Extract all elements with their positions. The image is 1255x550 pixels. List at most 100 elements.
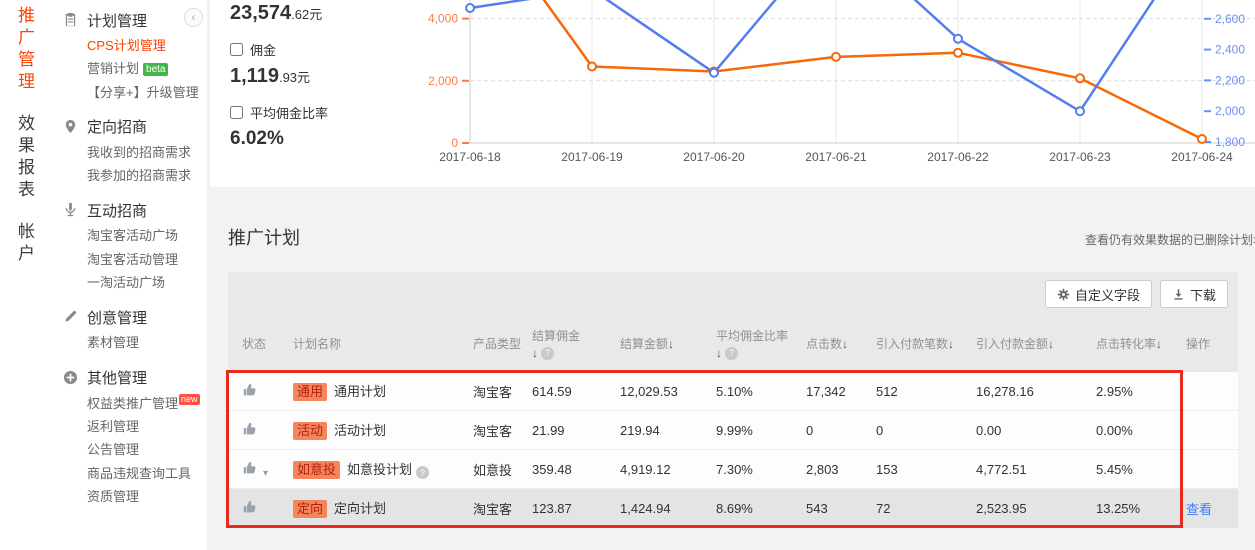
trend-chart-card: 23,574.62元 佣金 1,119.93元 平均佣金比率 6.02% 02,… bbox=[210, 0, 1255, 187]
sidebar-item-received-requests[interactable]: 我收到的招商需求 bbox=[55, 141, 207, 164]
sidebar-item-announcement-mgmt[interactable]: 公告管理 bbox=[55, 438, 207, 461]
commission-checkbox-row: 佣金 bbox=[230, 40, 415, 59]
avg-rate-checkbox-row: 平均佣金比率 bbox=[230, 103, 415, 122]
sidebar-item-violation-query-tool[interactable]: 商品违规查询工具 bbox=[55, 462, 207, 485]
x-axis-label: 2017-06-18 bbox=[439, 150, 501, 164]
sort-icon[interactable]: ↓ bbox=[668, 337, 674, 351]
settled-commission-cell: 614.59 bbox=[532, 384, 620, 399]
menu-group-interactive-title[interactable]: 互动招商 bbox=[55, 196, 207, 224]
sort-icon[interactable]: ↓ bbox=[716, 346, 722, 360]
settled-commission-cell: 21.99 bbox=[532, 423, 620, 438]
header-clicks-label: 点击数 bbox=[806, 337, 842, 351]
sidebar-item-joined-requests[interactable]: 我参加的招商需求 bbox=[55, 164, 207, 187]
header-avg-commission-rate[interactable]: 平均佣金比率 ↓? bbox=[716, 327, 806, 360]
data-point-marker bbox=[1198, 135, 1206, 143]
sidebar-item-material-mgmt[interactable]: 素材管理 bbox=[55, 331, 207, 354]
clicks-cell: 0 bbox=[806, 423, 876, 438]
left-axis-tick-label: 2,000 bbox=[428, 74, 458, 88]
help-icon[interactable]: ? bbox=[416, 466, 429, 479]
metric-commission-value: 1,119.93元 bbox=[230, 65, 415, 88]
plan-name[interactable]: 通用计划 bbox=[334, 384, 386, 399]
sidebar-item-cps-plan[interactable]: CPS计划管理 bbox=[55, 34, 207, 57]
right-axis-tick-label: 2,000 bbox=[1215, 104, 1245, 118]
sidebar-collapse-button[interactable]: ‹ bbox=[184, 8, 203, 27]
trend-chart: 02,0004,0001,8002,0002,2002,4002,6002017… bbox=[410, 0, 1255, 187]
plans-table: 自定义字段 下载 状态 计划名称 产品类型 结算佣金 ↓? 结算金额↓ 平均佣金… bbox=[228, 272, 1238, 528]
help-icon[interactable]: ? bbox=[541, 347, 554, 360]
plan-name[interactable]: 如意投计划 bbox=[347, 462, 412, 477]
avg-rate-checkbox[interactable] bbox=[230, 106, 243, 119]
sidebar-item-rights-promotion[interactable]: 权益类推广管理new bbox=[55, 392, 207, 415]
sort-icon[interactable]: ↓ bbox=[1048, 337, 1054, 351]
page: 推广管理 效果报表 帐户 ‹ 计划管理 CPS计划管理 营销计划beta 【分享… bbox=[0, 0, 1255, 550]
right-axis-tick-label: 1,800 bbox=[1215, 135, 1245, 149]
header-plan-name: 计划名称 bbox=[293, 335, 473, 352]
sidebar-item-qualification-mgmt[interactable]: 资质管理 bbox=[55, 485, 207, 508]
menu-group-creative-title[interactable]: 创意管理 bbox=[55, 303, 207, 331]
sidebar-item-share-upgrade[interactable]: 【分享+】升级管理 bbox=[55, 81, 207, 104]
clicks-cell: 2,803 bbox=[806, 462, 876, 477]
plan-type-badge: 定向 bbox=[293, 500, 327, 518]
sidebar-item-etao-activity-plaza[interactable]: 一淘活动广场 bbox=[55, 271, 207, 294]
sidebar-item-taoke-activity-plaza[interactable]: 淘宝客活动广场 bbox=[55, 224, 207, 247]
metric-avg-rate-value: 6.02% bbox=[230, 128, 415, 150]
primary-nav: 推广管理 效果报表 帐户 bbox=[0, 0, 55, 286]
primary-nav-promotion[interactable]: 推广管理 bbox=[12, 6, 37, 94]
customize-fields-button[interactable]: 自定义字段 bbox=[1045, 280, 1152, 308]
header-settled-amount[interactable]: 结算金额↓ bbox=[620, 335, 716, 352]
table-row: 活动活动计划 淘宝客 21.99 219.94 9.99% 0 0 0.00 0… bbox=[228, 411, 1238, 450]
plan-name[interactable]: 活动计划 bbox=[334, 423, 386, 438]
settled-amount-cell: 12,029.53 bbox=[620, 384, 716, 399]
settled-commission-cell: 359.48 bbox=[532, 462, 620, 477]
avg-rate-cell: 9.99% bbox=[716, 423, 806, 438]
beta-badge: beta bbox=[143, 63, 168, 76]
clipboard-icon bbox=[63, 12, 79, 28]
new-badge: new bbox=[179, 394, 200, 405]
view-link[interactable]: 查看 bbox=[1186, 502, 1212, 517]
primary-nav-account[interactable]: 帐户 bbox=[12, 222, 37, 266]
x-axis-label: 2017-06-20 bbox=[683, 150, 745, 164]
sidebar-item-rights-promotion-label: 权益类推广管理 bbox=[87, 396, 178, 411]
header-conversion-rate[interactable]: 点击转化率↓ bbox=[1096, 335, 1186, 352]
sort-icon[interactable]: ↓ bbox=[842, 337, 848, 351]
settled-amount-cell: 1,424.94 bbox=[620, 501, 716, 516]
product-type-cell: 如意投 bbox=[473, 460, 532, 479]
header-payment-amount[interactable]: 引入付款金额↓ bbox=[976, 335, 1096, 352]
sidebar-item-marketing-plan[interactable]: 营销计划beta bbox=[55, 57, 207, 80]
header-status: 状态 bbox=[228, 335, 293, 352]
sort-icon[interactable]: ↓ bbox=[948, 337, 954, 351]
thumb-up-icon[interactable] bbox=[242, 499, 258, 515]
table-row: 通用通用计划 淘宝客 614.59 12,029.53 5.10% 17,342… bbox=[228, 372, 1238, 411]
download-icon bbox=[1172, 288, 1185, 301]
header-settled-commission[interactable]: 结算佣金 ↓? bbox=[532, 327, 620, 360]
sidebar-item-rebate-mgmt[interactable]: 返利管理 bbox=[55, 415, 207, 438]
thumb-up-icon[interactable] bbox=[242, 460, 258, 476]
menu-group-creative: 创意管理 素材管理 bbox=[55, 303, 207, 354]
payment-amount-cell: 16,278.16 bbox=[976, 384, 1096, 399]
header-payment-count[interactable]: 引入付款笔数↓ bbox=[876, 335, 976, 352]
menu-group-other-title[interactable]: 其他管理 bbox=[55, 364, 207, 392]
menu-group-targeted-title[interactable]: 定向招商 bbox=[55, 113, 207, 141]
left-axis-tick-label: 4,000 bbox=[428, 12, 458, 26]
settled-commission-cell: 123.87 bbox=[532, 501, 620, 516]
chevron-down-icon[interactable]: ▾ bbox=[263, 468, 268, 479]
download-button[interactable]: 下载 bbox=[1160, 280, 1228, 308]
pen-icon bbox=[63, 309, 79, 325]
commission-checkbox[interactable] bbox=[230, 43, 243, 56]
sidebar-item-taoke-activity-mgmt[interactable]: 淘宝客活动管理 bbox=[55, 248, 207, 271]
thumb-up-icon[interactable] bbox=[242, 382, 258, 398]
data-point-marker bbox=[954, 49, 962, 57]
help-icon[interactable]: ? bbox=[725, 347, 738, 360]
download-label: 下载 bbox=[1190, 285, 1216, 304]
sort-icon[interactable]: ↓ bbox=[1156, 337, 1162, 351]
deleted-plans-link[interactable]: 查看仍有效果数据的已删除计划>> bbox=[1085, 231, 1255, 248]
metric-total-int: 23,574 bbox=[230, 2, 291, 24]
data-point-marker bbox=[1076, 74, 1084, 82]
thumb-up-icon[interactable] bbox=[242, 421, 258, 437]
primary-nav-reports[interactable]: 效果报表 bbox=[12, 114, 37, 202]
payment-count-cell: 512 bbox=[876, 384, 976, 399]
plan-name[interactable]: 定向计划 bbox=[334, 501, 386, 516]
table-row: 定向定向计划 淘宝客 123.87 1,424.94 8.69% 543 72 … bbox=[228, 489, 1238, 528]
header-clicks[interactable]: 点击数↓ bbox=[806, 335, 876, 352]
sort-icon[interactable]: ↓ bbox=[532, 346, 538, 360]
